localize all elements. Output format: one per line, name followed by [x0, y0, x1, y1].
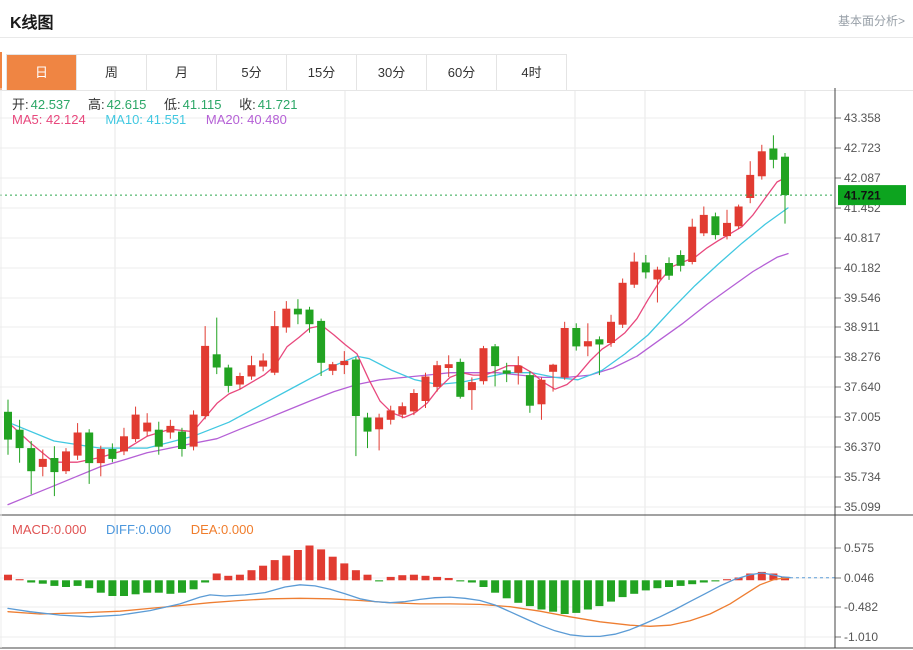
svg-text:37.640: 37.640	[844, 380, 881, 394]
svg-text:42.723: 42.723	[844, 141, 881, 155]
high-label: 高:	[88, 97, 105, 112]
ma5-readout: MA5: 42.124	[12, 112, 86, 127]
last-price-value: 41.721	[844, 189, 881, 203]
svg-text:0.046: 0.046	[844, 571, 874, 585]
tab-day[interactable]: 日	[7, 55, 77, 90]
diff-readout: DIFF:0.000	[106, 522, 171, 537]
ohlc-row: 开:42.537 高:42.615 低:41.115 收:41.721	[12, 94, 311, 113]
dea-readout: DEA:0.000	[191, 522, 254, 537]
tab-5min[interactable]: 5分	[217, 55, 287, 90]
close-label: 收:	[239, 97, 256, 112]
tab-30min[interactable]: 30分	[357, 55, 427, 90]
ma10-readout: MA10: 41.551	[105, 112, 186, 127]
tab-15min[interactable]: 15分	[287, 55, 357, 90]
tab-4hour[interactable]: 4时	[497, 55, 567, 90]
svg-text:40.182: 40.182	[844, 261, 881, 275]
kline-widget: K线图 基本面分析> 日周月5分15分30分60分4时 43.358 42.723…	[0, 0, 913, 650]
svg-text:35.099: 35.099	[844, 500, 881, 514]
low-label: 低:	[164, 97, 181, 112]
open-value: 42.537	[31, 97, 71, 112]
interval-tabs: 日周月5分15分30分60分4时	[6, 54, 567, 91]
svg-text:37.005: 37.005	[844, 410, 881, 424]
kline-chart[interactable]: 43.35842.72342.08741.45240.81740.18239.5…	[0, 88, 913, 650]
tab-week[interactable]: 周	[77, 55, 147, 90]
svg-text:43.358: 43.358	[844, 111, 881, 125]
svg-text:42.087: 42.087	[844, 171, 881, 185]
svg-text:-1.010: -1.010	[844, 630, 878, 644]
svg-text:40.817: 40.817	[844, 231, 881, 245]
ma20-readout: MA20: 40.480	[206, 112, 287, 127]
tab-month[interactable]: 月	[147, 55, 217, 90]
tab-60min[interactable]: 60分	[427, 55, 497, 90]
open-label: 开:	[12, 97, 29, 112]
page-title: K线图	[10, 9, 54, 33]
macd-readout: MACD:0.000	[12, 522, 86, 537]
close-value: 41.721	[258, 97, 298, 112]
left-accent-strip	[0, 52, 2, 90]
low-value: 41.115	[183, 97, 222, 112]
svg-text:39.546: 39.546	[844, 291, 881, 305]
high-value: 42.615	[107, 97, 147, 112]
svg-text:38.276: 38.276	[844, 350, 881, 364]
macd-legend-row: MACD:0.000 DIFF:0.000 DEA:0.000	[12, 522, 270, 537]
svg-text:35.734: 35.734	[844, 470, 881, 484]
svg-text:38.911: 38.911	[844, 320, 880, 334]
svg-text:36.370: 36.370	[844, 440, 881, 454]
header-divider	[0, 37, 913, 38]
svg-text:-0.482: -0.482	[844, 600, 878, 614]
fundamental-analysis-link[interactable]: 基本面分析>	[838, 12, 905, 29]
ma-legend-row: MA5: 42.124 MA10: 41.551 MA20: 40.480	[12, 112, 303, 127]
chart-canvas[interactable]: 43.35842.72342.08741.45240.81740.18239.5…	[0, 88, 913, 650]
svg-text:0.575: 0.575	[844, 541, 874, 555]
